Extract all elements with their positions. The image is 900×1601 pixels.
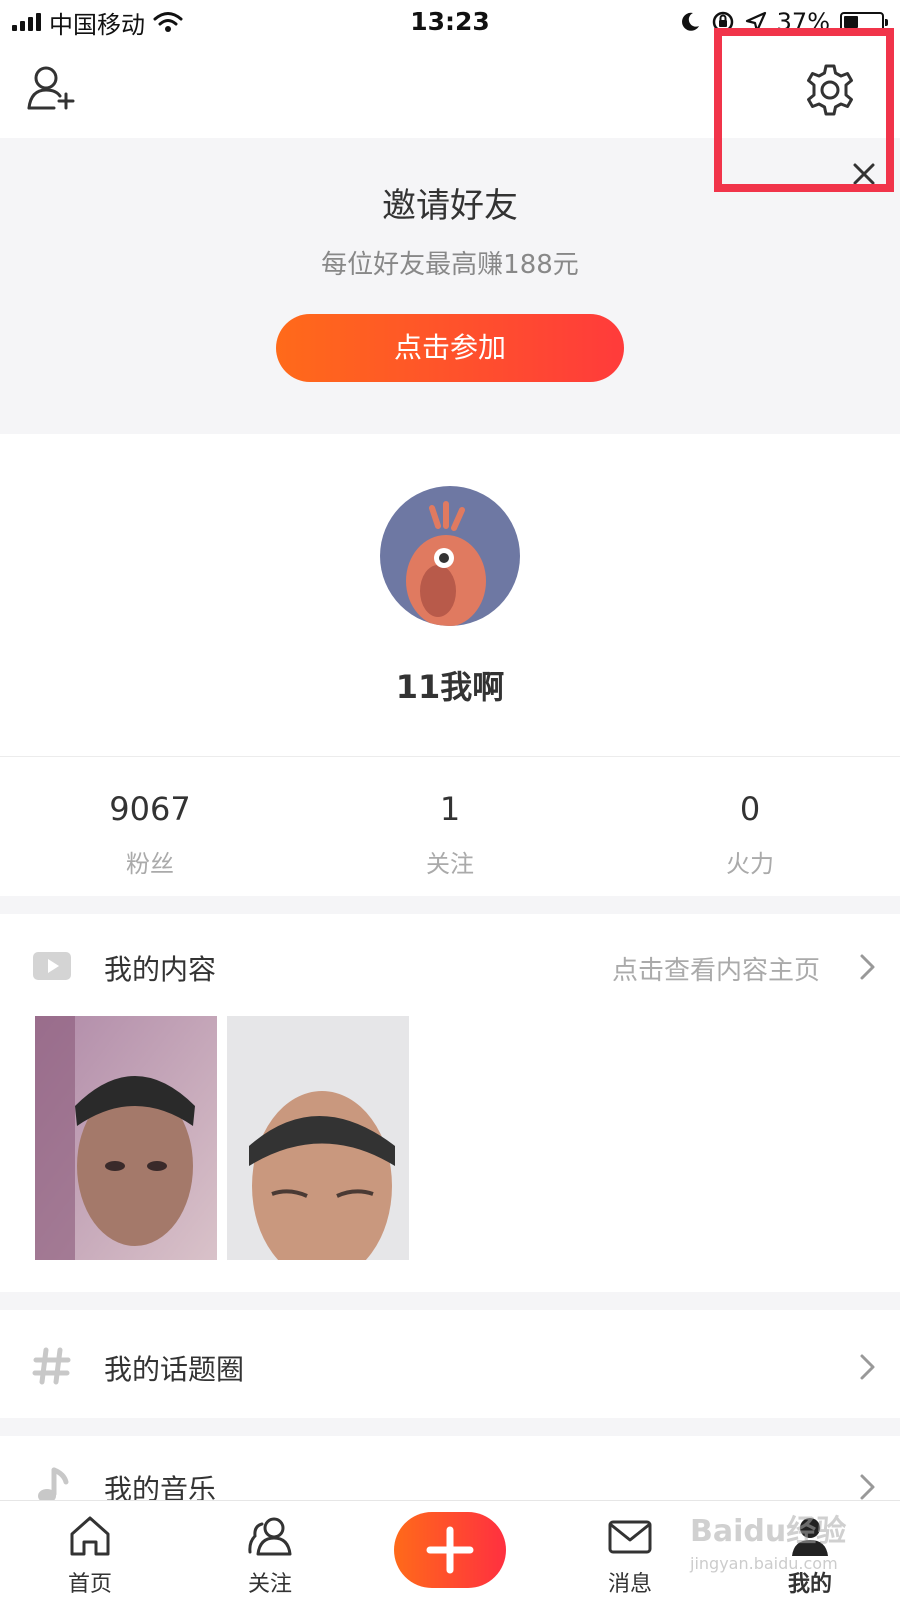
username: 11我啊 [395,668,505,706]
firepower-label: 火力 [726,850,774,878]
topic-circle-label[interactable]: 我的话题圈 [104,1348,244,1388]
carrier-label: 中国移动 [49,10,145,39]
video-play-icon [32,946,72,986]
chevron-right-icon [860,1354,875,1380]
watermark-url: jingyan.baidu.com [690,1554,838,1573]
tab-following-label: 关注 [247,1572,292,1597]
invite-subtitle: 每位好友最高赚188元 [321,250,579,280]
followers-count[interactable]: 9067 [0,790,300,828]
tab-following[interactable]: 关注 [210,1512,330,1598]
music-chevron[interactable] [858,1472,878,1502]
signal-icon [12,13,41,31]
chevron-right-icon [860,954,875,980]
tab-home-label: 首页 [67,1572,112,1597]
hashtag-icon [32,1346,72,1386]
wifi-icon [153,12,183,32]
tab-messages-label: 消息 [607,1572,652,1597]
moon-icon [681,12,699,31]
chevron-right-icon [860,1474,875,1500]
firepower-count[interactable]: 0 [600,790,900,828]
followers-label: 粉丝 [126,850,174,878]
add-friend-button[interactable] [26,64,80,112]
content-thumbnail[interactable] [227,1016,409,1260]
following-count[interactable]: 1 [300,790,600,828]
mail-icon [608,1520,652,1554]
join-button[interactable]: 点击参加 [276,314,624,382]
avatar[interactable] [380,486,520,626]
highlight-annotation [714,28,894,192]
create-post-button[interactable] [394,1512,506,1588]
avatar-image [406,501,486,626]
status-time: 13:23 [410,7,490,36]
section-separator [0,896,900,914]
tab-home[interactable]: 首页 [30,1512,150,1598]
add-user-icon [27,66,75,110]
status-left: 中国移动 [12,8,183,39]
tab-messages[interactable]: 消息 [570,1512,690,1598]
topic-circle-chevron[interactable] [858,1352,878,1382]
video-thumbnail-image [227,1016,409,1260]
my-content-label: 我的内容 [104,953,217,986]
section-separator [0,1292,900,1310]
people-icon [248,1517,292,1556]
following-label: 关注 [426,850,474,878]
plus-icon [426,1526,474,1574]
home-icon [70,1516,110,1556]
content-home-link[interactable]: 点击查看内容主页 [612,950,820,987]
section-separator [0,1418,900,1436]
my-content-chevron[interactable] [858,952,878,982]
content-thumbnail[interactable] [35,1016,217,1260]
video-thumbnail-image [35,1016,217,1260]
divider [0,756,900,757]
